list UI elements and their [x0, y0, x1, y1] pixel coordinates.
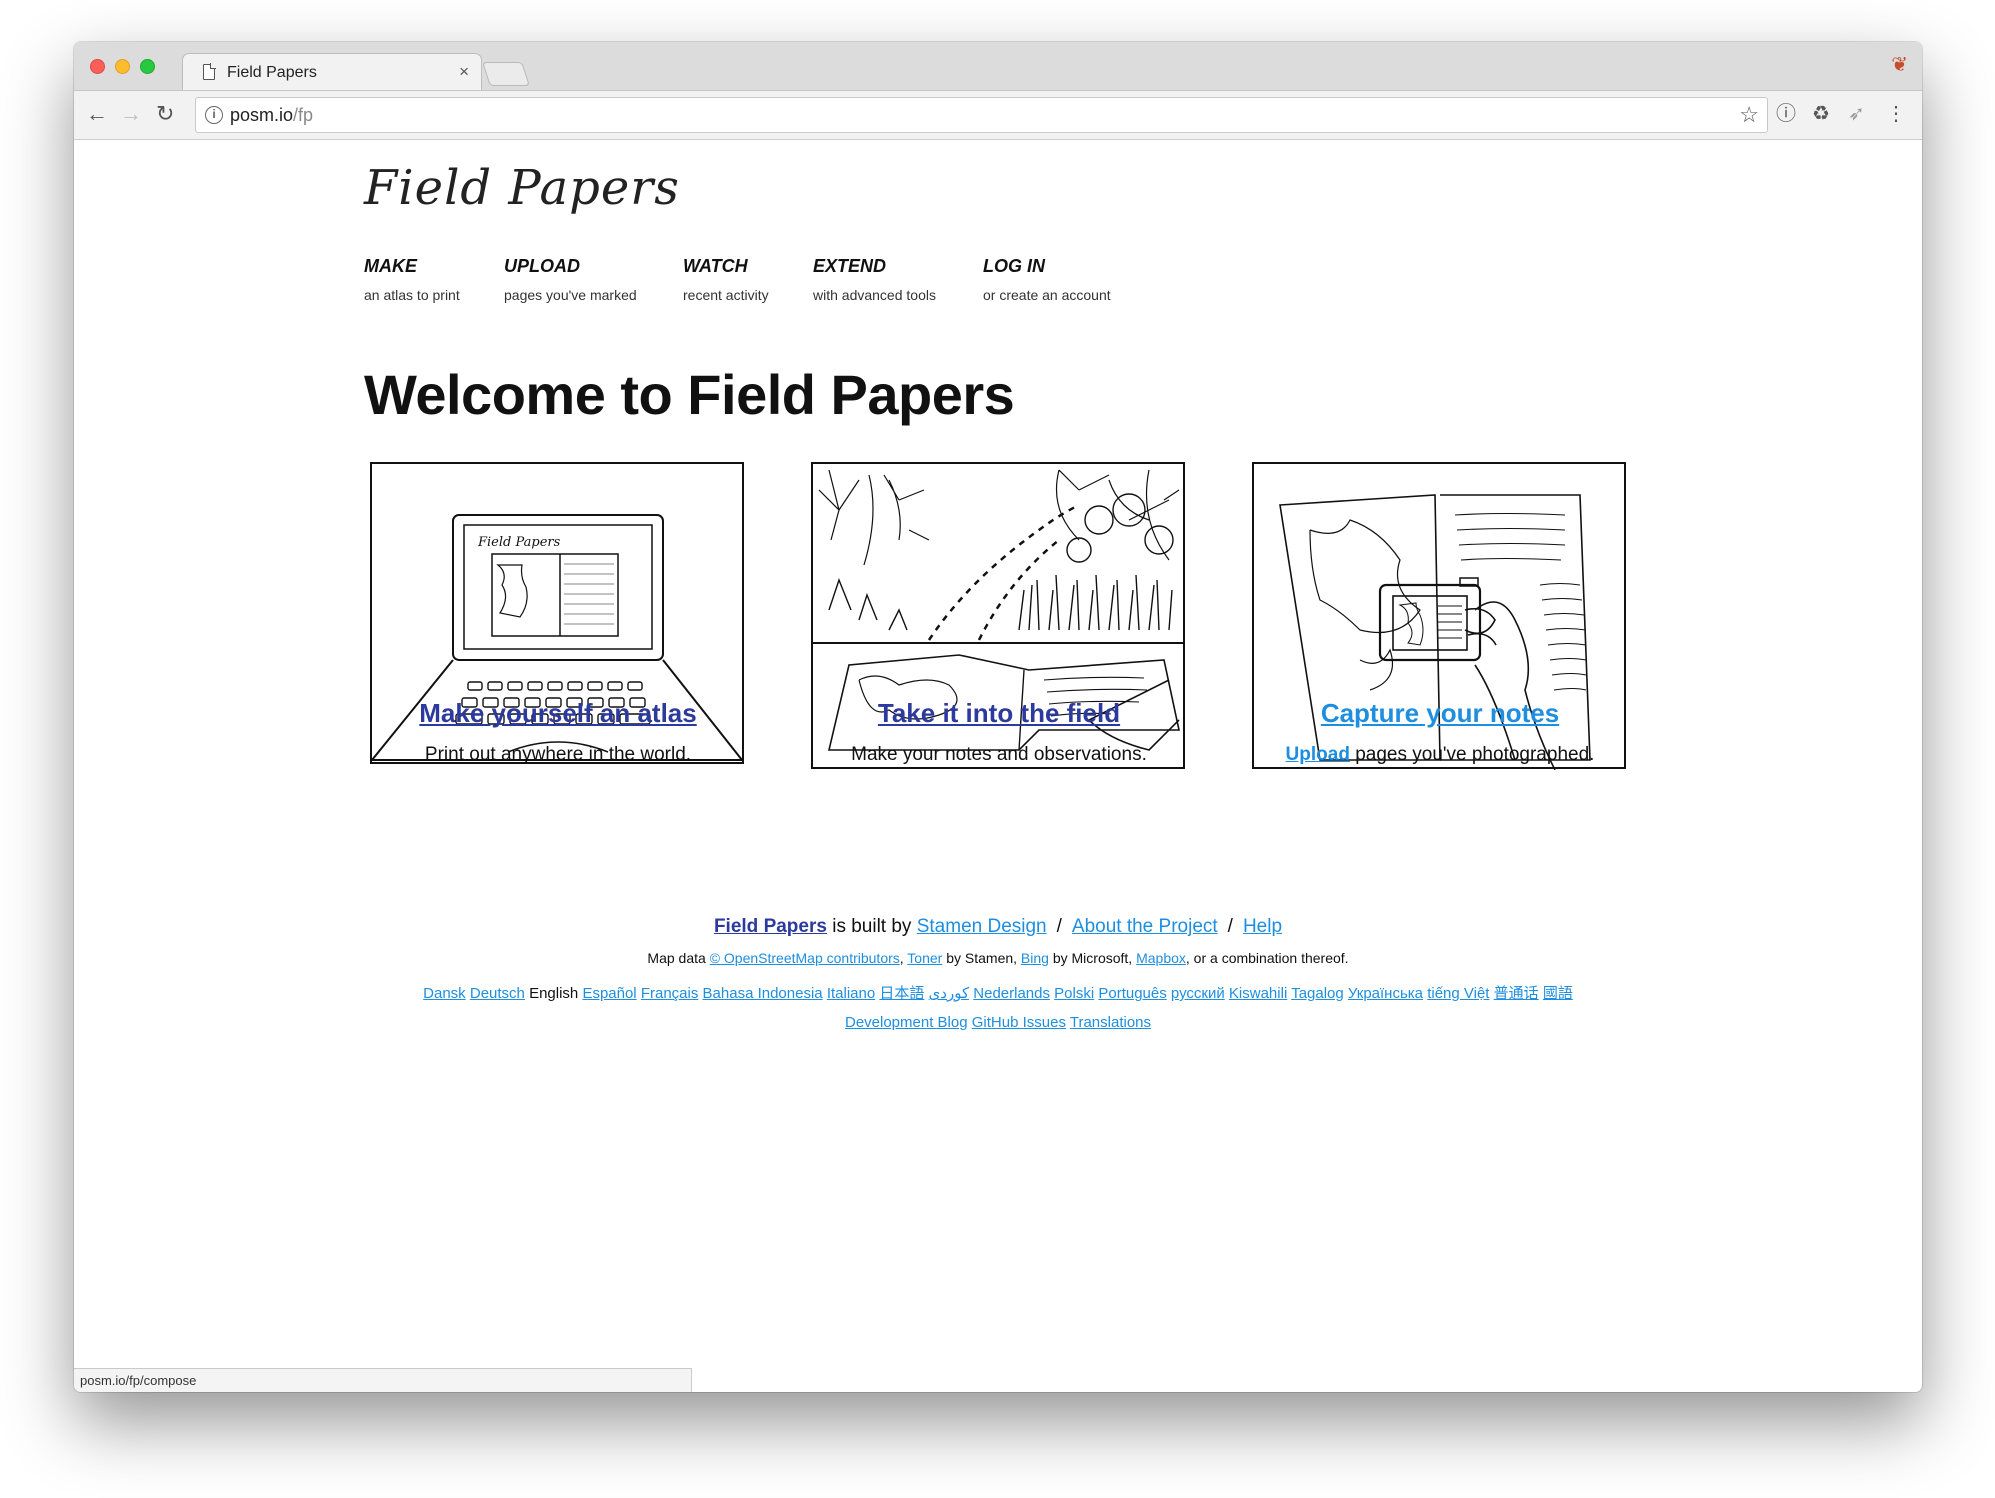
nav-watch[interactable]: WATCH recent activity [683, 256, 769, 303]
language-link[interactable]: Deutsch [470, 985, 525, 1002]
browser-window: Field Papers × ❦ ← → ↻ i posm.io/fp ☆ ⓘ … [74, 42, 1922, 1392]
language-link[interactable]: Kiswahili [1229, 985, 1287, 1002]
make-atlas-link[interactable]: Make yourself an atlas [368, 698, 748, 729]
forward-arrow-icon[interactable]: → [120, 101, 142, 127]
tab-strip: Field Papers × ❦ [74, 42, 1922, 91]
password-manager-icon[interactable]: ⓘ [1776, 101, 1796, 127]
back-arrow-icon[interactable]: ← [86, 101, 108, 127]
nav-extend[interactable]: EXTEND with advanced tools [813, 256, 936, 303]
page-heading: Welcome to Field Papers [364, 363, 1015, 426]
translations-link[interactable]: Translations [1070, 1014, 1151, 1031]
nav-upload[interactable]: UPLOAD pages you've marked [504, 256, 637, 303]
language-link[interactable]: Polski [1054, 985, 1094, 1002]
bookmark-star-icon[interactable]: ☆ [1739, 102, 1759, 128]
footer-map-data: Map data © OpenStreetMap contributors, T… [647, 950, 1349, 966]
page-viewport: Field Papers MAKE an atlas to print UPLOA… [74, 140, 1922, 1392]
page-icon [203, 64, 215, 80]
help-link[interactable]: Help [1243, 916, 1282, 937]
current-language: English [529, 985, 579, 1002]
stamen-design-link[interactable]: Stamen Design [917, 916, 1047, 937]
take-into-field-link[interactable]: Take it into the field [809, 698, 1189, 729]
bing-link[interactable]: Bing [1021, 950, 1049, 966]
development-blog-link[interactable]: Development Blog [845, 1014, 968, 1031]
status-bar: posm.io/fp/compose [74, 1368, 692, 1392]
language-link[interactable]: Nederlands [973, 985, 1050, 1002]
tab-title: Field Papers [227, 64, 317, 81]
maple-leaf-icon[interactable]: ❦ [1891, 52, 1908, 77]
toner-link[interactable]: Toner [907, 950, 942, 966]
menu-dots-icon[interactable]: ⋮ [1886, 101, 1906, 127]
capture-notes-text: Upload pages you've photographed. [1285, 744, 1595, 765]
close-window-button[interactable] [90, 59, 105, 74]
language-link[interactable]: Tagalog [1291, 985, 1344, 1002]
language-link[interactable]: Dansk [423, 985, 466, 1002]
language-link[interactable]: русский [1171, 985, 1225, 1002]
upload-link[interactable]: Upload [1286, 744, 1350, 765]
github-issues-link[interactable]: GitHub Issues [972, 1014, 1066, 1031]
site-logo[interactable]: Field Papers [364, 160, 680, 216]
about-project-link[interactable]: About the Project [1072, 916, 1218, 937]
language-link[interactable]: 普通话 [1494, 985, 1539, 1002]
language-link[interactable]: Français [641, 985, 699, 1002]
reload-icon[interactable]: ↻ [156, 101, 174, 127]
recycle-icon[interactable]: ♻ [1812, 101, 1830, 127]
language-link[interactable]: tiếng Việt [1427, 985, 1489, 1002]
make-atlas-text: Print out anywhere in the world. [424, 744, 692, 765]
language-link[interactable]: Bahasa Indonesia [703, 985, 823, 1002]
info-icon[interactable]: i [205, 106, 223, 124]
developer-links: Development Blog GitHub Issues Translati… [74, 1014, 1922, 1031]
url-text[interactable]: posm.io/fp [230, 105, 313, 126]
mapbox-link[interactable]: Mapbox [1136, 950, 1186, 966]
new-tab-button[interactable] [482, 62, 530, 86]
minimize-window-button[interactable] [115, 59, 130, 74]
language-link[interactable]: Español [582, 985, 636, 1002]
maximize-window-button[interactable] [140, 59, 155, 74]
osm-link[interactable]: © OpenStreetMap contributors [710, 950, 900, 966]
tab-close-icon[interactable]: × [459, 62, 469, 82]
nav-log-in[interactable]: LOG IN or create an account [983, 256, 1111, 303]
capture-notes-link[interactable]: Capture your notes [1250, 698, 1630, 729]
language-list: Dansk Deutsch English Español Français B… [74, 982, 1922, 1003]
language-link[interactable]: Português [1098, 985, 1166, 1002]
language-link[interactable]: Українська [1348, 985, 1423, 1002]
pin-icon[interactable]: ➶ [1848, 101, 1865, 127]
nav-make[interactable]: MAKE an atlas to print [364, 256, 460, 303]
svg-text:Field Papers: Field Papers [477, 535, 561, 550]
language-link[interactable]: 日本語 [879, 985, 924, 1002]
footer-field-papers-link[interactable]: Field Papers [714, 916, 827, 937]
address-bar[interactable]: i posm.io/fp ☆ [195, 97, 1768, 133]
footer-credits: Field Papers is built by Stamen Design / A… [713, 916, 1283, 937]
language-link[interactable]: کوردی [929, 985, 970, 1002]
take-into-field-text: Make your notes and observations. [851, 744, 1147, 765]
language-link[interactable]: Italiano [827, 985, 875, 1002]
language-link[interactable]: 國語 [1543, 985, 1573, 1002]
browser-toolbar: ← → ↻ i posm.io/fp ☆ ⓘ ♻ ➶ ⋮ [74, 90, 1922, 140]
tab-field-papers[interactable]: Field Papers × [182, 53, 482, 91]
